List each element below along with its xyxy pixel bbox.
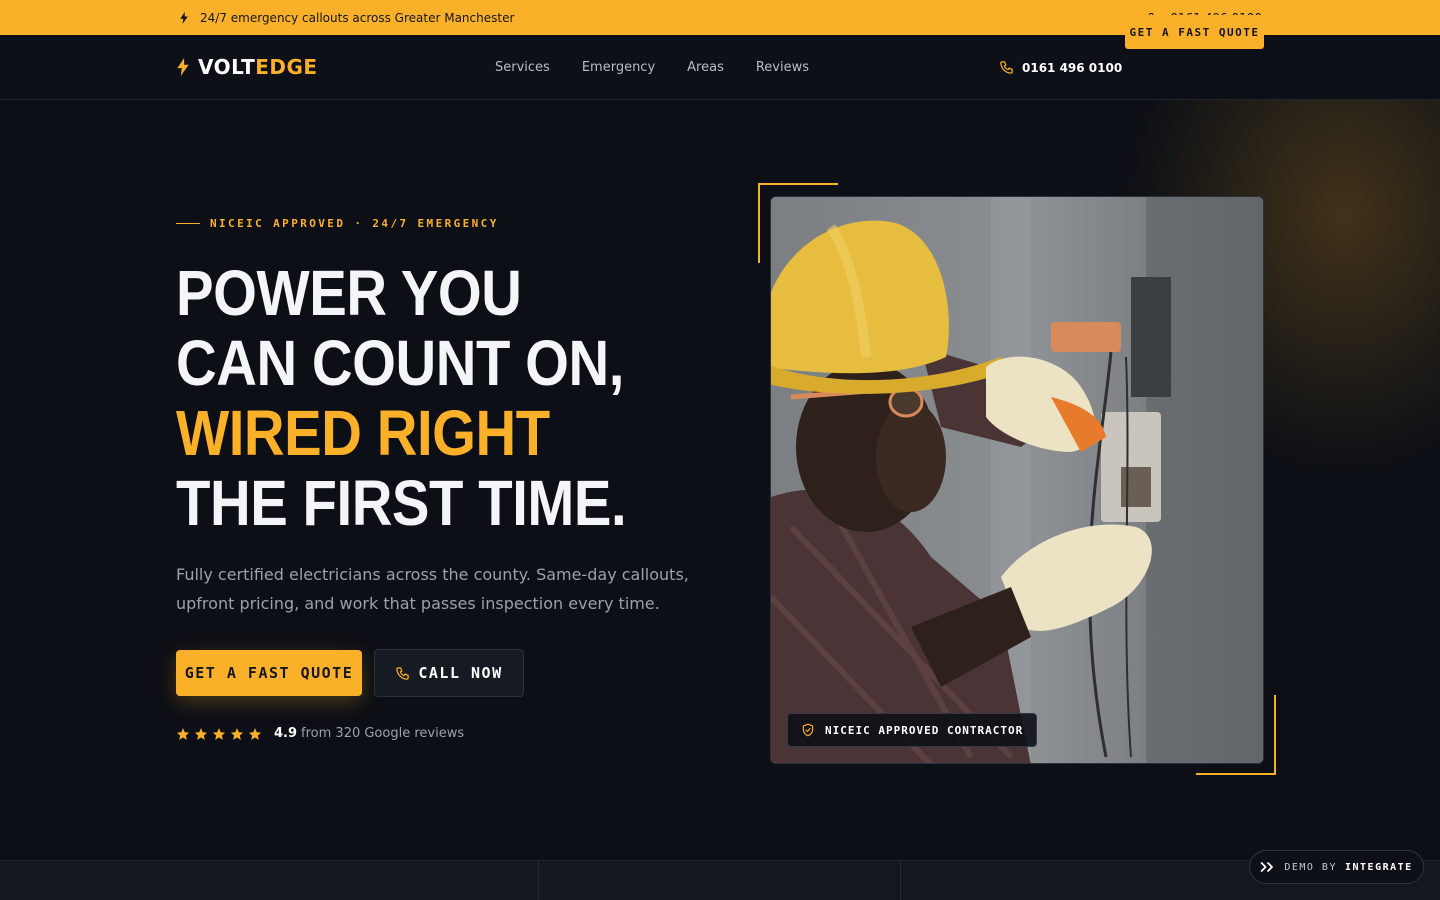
electrician-illustration	[771, 197, 1263, 763]
announcement: 24/7 emergency callouts across Greater M…	[178, 11, 514, 25]
hero-eyebrow: NICEIC APPROVED · 24/7 EMERGENCY	[176, 217, 499, 230]
star-icon	[248, 727, 262, 740]
demo-prefix: DEMO BY	[1284, 861, 1337, 873]
niceic-badge: NICEIC APPROVED CONTRACTOR	[787, 713, 1038, 747]
bolt-icon	[180, 11, 188, 24]
stats-strip	[0, 860, 1440, 900]
star-icon	[194, 727, 208, 740]
hero-photo-electrician	[770, 196, 1264, 764]
double-chevron-icon	[1261, 862, 1274, 872]
call-button-label: CALL NOW	[418, 664, 503, 682]
logo[interactable]: VOLT EDGE	[176, 55, 318, 79]
logo-text-volt: VOLT	[198, 55, 256, 79]
demo-brand: INTEGRATE	[1344, 861, 1413, 873]
rating: 4.9 from 320 Google reviews	[176, 726, 464, 741]
logo-text-edge: EDGE	[255, 55, 318, 79]
hero-quote-button[interactable]: GET A FAST QUOTE	[176, 650, 362, 696]
hero-subtext: Fully certified electricians across the …	[176, 565, 689, 613]
eyebrow-dash	[176, 223, 200, 224]
phone-icon	[1000, 61, 1013, 74]
star-icon	[212, 727, 226, 740]
phone-icon	[396, 666, 410, 680]
headline-part-3: THE FIRST TIME.	[176, 467, 627, 539]
shield-check-icon	[802, 723, 814, 737]
strip-divider	[900, 861, 901, 900]
strip-divider	[538, 861, 539, 900]
nav-link-reviews[interactable]: Reviews	[756, 60, 809, 75]
eyebrow-text: NICEIC APPROVED · 24/7 EMERGENCY	[210, 217, 499, 230]
nav-link-services[interactable]: Services	[495, 60, 550, 75]
nav-link-areas[interactable]: Areas	[687, 60, 724, 75]
demo-badge[interactable]: DEMO BY INTEGRATE	[1249, 850, 1424, 884]
nav-links: Services Emergency Areas Reviews	[495, 35, 809, 100]
nav-phone[interactable]: 0161 496 0100	[999, 35, 1122, 100]
nav-quote-button[interactable]: GET A FAST QUOTE	[1125, 15, 1264, 49]
nav-link-emergency[interactable]: Emergency	[582, 60, 655, 75]
badge-text: NICEIC APPROVED CONTRACTOR	[825, 723, 1024, 737]
hero-headline: POWER YOU CAN COUNT ON, WIRED RIGHT THE …	[176, 258, 634, 538]
rating-stars	[176, 727, 262, 741]
star-icon	[176, 727, 190, 740]
headline-part-1: POWER YOU CAN COUNT ON,	[176, 257, 624, 399]
nav-phone-number[interactable]: 0161 496 0100	[1022, 61, 1122, 75]
headline-highlight: WIRED RIGHT	[176, 397, 550, 469]
announcement-text: 24/7 emergency callouts across Greater M…	[200, 10, 515, 25]
bolt-icon	[177, 58, 189, 76]
star-icon	[230, 727, 244, 740]
rating-score: 4.9	[274, 726, 298, 741]
rating-text: from 320 Google reviews	[301, 726, 465, 741]
hero-call-button[interactable]: CALL NOW	[374, 649, 524, 697]
